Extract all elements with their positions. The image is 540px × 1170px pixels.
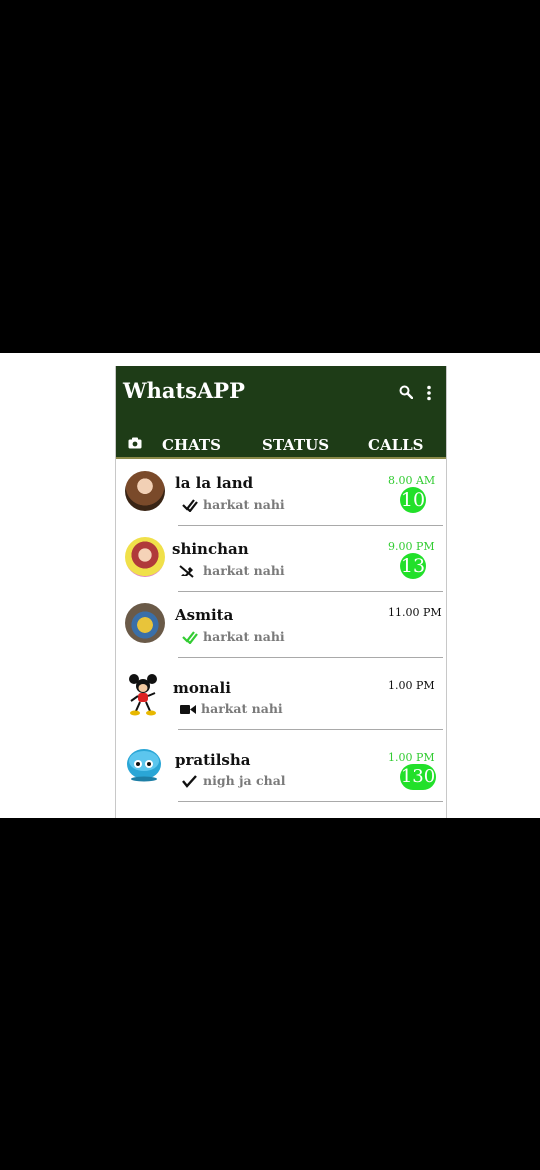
avatar [125,603,165,643]
video-call-icon [180,705,196,714]
unread-badge: 10 [400,487,426,513]
missed-call-icon [179,565,194,578]
divider [178,801,443,802]
tab-calls[interactable]: CALLS [368,436,424,454]
chat-item[interactable]: shinchan harkat nahi 9.00 PM 13 [116,527,446,593]
search-icon[interactable] [399,385,413,399]
chat-name: monali [173,679,231,697]
message-text: harkat nahi [203,629,285,644]
camera-icon[interactable] [128,437,142,449]
unread-badge: 130 [400,764,436,790]
whatsapp-app: WhatsAPP CHATS STATUS CALLS la la land h… [115,366,447,818]
chat-item[interactable]: la la land harkat nahi 8.00 AM 10 [116,461,446,527]
divider [178,525,443,526]
divider [178,591,443,592]
divider [178,657,443,658]
message-text: harkat nahi [203,497,285,512]
message-text: nigh ja chal [203,773,286,788]
chat-item[interactable]: pratilsha nigh ja chal 1.00 PM 130 [116,731,446,803]
avatar [125,471,165,511]
app-header: WhatsAPP CHATS STATUS CALLS [116,366,446,459]
divider [178,729,443,730]
chat-name: Asmita [175,606,234,624]
more-vertical-icon[interactable] [425,385,433,401]
message-time: 9.00 PM [388,540,435,553]
tab-chats[interactable]: CHATS [162,436,221,454]
double-check-icon [182,499,198,512]
message-time: 8.00 AM [388,474,436,487]
chat-name: pratilsha [175,751,251,769]
message-time: 1.00 PM [388,679,435,692]
mickey-avatar-icon [129,674,157,716]
tab-status[interactable]: STATUS [262,436,329,454]
message-time: 1.00 PM [388,751,435,764]
single-check-icon [182,775,197,788]
app-title: WhatsAPP [123,378,245,403]
chat-name: shinchan [172,540,249,558]
double-check-green-icon [182,631,198,644]
chat-item[interactable]: Asmita harkat nahi 11.00 PM [116,593,446,659]
unread-badge: 13 [400,553,426,579]
chat-item[interactable]: monali harkat nahi 1.00 PM [116,659,446,731]
blob-avatar-icon [127,749,161,782]
message-text: harkat nahi [201,701,283,716]
message-text: harkat nahi [203,563,285,578]
chat-name: la la land [175,474,254,492]
avatar [125,537,165,577]
message-time: 11.00 PM [388,606,442,619]
